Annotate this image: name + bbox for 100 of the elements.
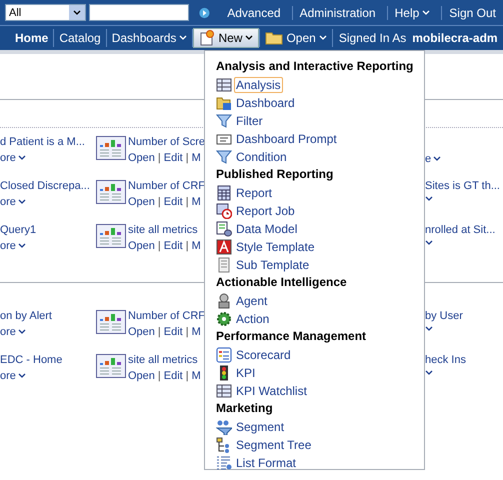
- item-title[interactable]: heck Ins: [425, 354, 503, 366]
- item-link[interactable]: Edit: [164, 196, 183, 208]
- item-title[interactable]: by User: [425, 310, 503, 322]
- item-title[interactable]: Query1: [0, 224, 96, 236]
- item-link[interactable]: Edit: [164, 370, 183, 382]
- chart-icon: [96, 136, 126, 160]
- menu-heading: Performance Management: [216, 328, 368, 345]
- item-title[interactable]: EDC - Home: [0, 354, 96, 366]
- top-link[interactable]: Help: [386, 6, 438, 20]
- search-field[interactable]: [89, 4, 190, 21]
- caret-icon: [18, 373, 26, 379]
- more-link[interactable]: ore: [0, 196, 96, 208]
- link-separator: |: [158, 152, 161, 164]
- menu-item[interactable]: Report Job: [216, 202, 424, 220]
- link-separator: |: [186, 326, 189, 338]
- table-icon: [216, 77, 232, 93]
- item-title[interactable]: Sites is GT th...: [425, 180, 503, 192]
- menu-item[interactable]: Data Model: [216, 220, 424, 238]
- top-link[interactable]: Sign Out: [441, 6, 503, 20]
- document-icon: [216, 257, 232, 273]
- caret-icon: [318, 35, 327, 41]
- chart-icon: [96, 224, 126, 248]
- scope-dropdown[interactable]: All: [5, 4, 86, 21]
- menu-item[interactable]: Dashboard Prompt: [216, 130, 424, 148]
- menu-heading: Published Reporting: [216, 166, 334, 183]
- item-link[interactable]: Open: [128, 240, 155, 252]
- link-separator: |: [186, 196, 189, 208]
- item-link[interactable]: M: [192, 370, 201, 382]
- item-link[interactable]: Edit: [164, 152, 183, 164]
- people-icon: [216, 419, 232, 435]
- nav-tab[interactable]: Catalog: [54, 28, 106, 48]
- menu-item[interactable]: Segment Tree: [216, 436, 424, 454]
- item-link[interactable]: Open: [128, 326, 155, 338]
- menu-heading: Analysis and Interactive Reporting: [216, 58, 414, 75]
- item-link[interactable]: Edit: [164, 326, 183, 338]
- more-link[interactable]: e: [425, 153, 503, 165]
- user-name[interactable]: mobilecra-adm: [406, 31, 498, 45]
- menu-item[interactable]: Agent: [216, 292, 424, 310]
- menu-item[interactable]: Report: [216, 184, 424, 202]
- caret-icon: [18, 329, 26, 335]
- more-link[interactable]: ore: [0, 240, 96, 252]
- more-link[interactable]: ore: [0, 370, 96, 382]
- menu-item[interactable]: KPI Watchlist: [216, 382, 424, 400]
- item-link[interactable]: M: [192, 240, 201, 252]
- link-separator: |: [158, 370, 161, 382]
- link-separator: |: [186, 240, 189, 252]
- item-link[interactable]: M: [192, 326, 201, 338]
- nav-tab[interactable]: Dashboards: [106, 28, 192, 48]
- caret-icon: [433, 156, 442, 162]
- chart-icon: [96, 310, 126, 334]
- menu-item[interactable]: Style Template: [216, 238, 424, 256]
- nav-tab[interactable]: New: [193, 28, 260, 48]
- more-link[interactable]: ore: [0, 326, 96, 338]
- menu-item[interactable]: Sub Template: [216, 256, 424, 274]
- menu-item[interactable]: List Format: [216, 454, 424, 472]
- caret-icon: [422, 10, 430, 16]
- funnel-icon: [216, 149, 232, 165]
- table-icon: [216, 383, 232, 399]
- item-link[interactable]: Open: [128, 152, 155, 164]
- menu-item[interactable]: Segment: [216, 418, 424, 436]
- gear-icon: [216, 311, 232, 327]
- item-link[interactable]: Edit: [164, 240, 183, 252]
- caret-icon: [18, 155, 26, 161]
- menu-item[interactable]: KPI: [216, 364, 424, 382]
- new-document-icon: [199, 30, 216, 46]
- menu-item[interactable]: Filter: [216, 112, 424, 130]
- database-icon: [216, 221, 232, 237]
- list-icon: [216, 347, 232, 363]
- item-title[interactable]: on by Alert: [0, 310, 96, 322]
- caret-icon: [18, 199, 26, 205]
- link-separator: |: [186, 152, 189, 164]
- robot-icon: [216, 293, 232, 309]
- list-icon: [216, 455, 232, 471]
- nav-tab[interactable]: Home: [10, 28, 54, 48]
- item-link[interactable]: M: [192, 196, 201, 208]
- item-title[interactable]: d Patient is a M...: [0, 136, 96, 148]
- item-link[interactable]: Open: [128, 370, 155, 382]
- menu-heading: Marketing: [216, 400, 274, 417]
- menu-heading: Actionable Intelligence: [216, 274, 348, 291]
- menu-item[interactable]: Dashboard: [216, 94, 424, 112]
- link-separator: |: [158, 240, 161, 252]
- more-link[interactable]: ore: [0, 152, 96, 164]
- link-separator: |: [158, 326, 161, 338]
- top-link[interactable]: Advanced: [220, 6, 288, 20]
- caret-icon: [245, 35, 254, 41]
- funnel-icon: [216, 113, 232, 129]
- menu-item[interactable]: Action: [216, 310, 424, 328]
- item-title[interactable]: Closed Discrepa...: [0, 180, 96, 192]
- item-link[interactable]: Open: [128, 196, 155, 208]
- menu-item[interactable]: Condition: [216, 148, 424, 166]
- menu-item[interactable]: Scorecard: [216, 346, 424, 364]
- folder-icon: [216, 95, 232, 111]
- link-separator: |: [186, 370, 189, 382]
- item-title[interactable]: nrolled at Sit...: [425, 224, 503, 236]
- item-link[interactable]: M: [192, 152, 201, 164]
- top-link[interactable]: Administration: [292, 6, 383, 20]
- caret-icon: [179, 35, 188, 41]
- nav-tab[interactable]: Open: [260, 28, 332, 48]
- menu-item[interactable]: Analysis: [216, 76, 424, 94]
- clock-icon: [216, 203, 232, 219]
